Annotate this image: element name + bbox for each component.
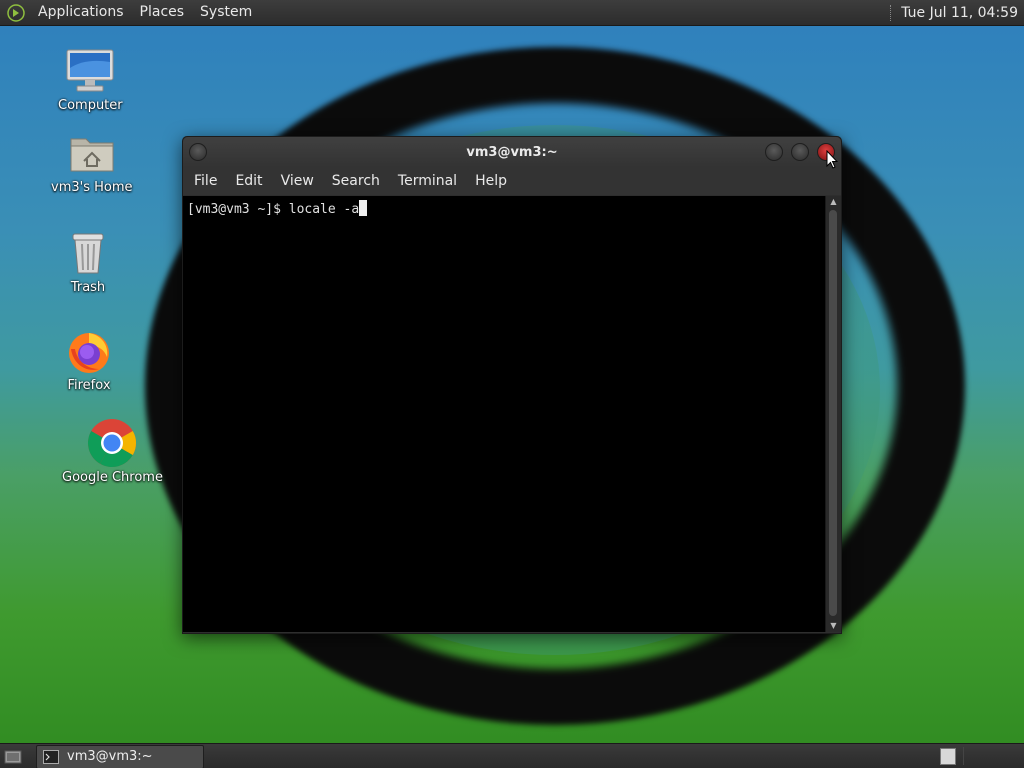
desktop-icon-label: Trash xyxy=(70,280,106,295)
workspace-switcher[interactable] xyxy=(940,748,956,765)
terminal-scrollbar[interactable]: ▲ ▼ xyxy=(825,196,841,632)
scroll-down-icon[interactable]: ▼ xyxy=(826,620,841,632)
clock[interactable]: Tue Jul 11, 04:59 xyxy=(901,5,1018,21)
desktop-icon-chrome[interactable]: Google Chrome xyxy=(62,418,163,485)
terminal-menubar: File Edit View Search Terminal Help xyxy=(183,167,841,195)
computer-icon xyxy=(65,46,115,96)
menu-terminal[interactable]: Terminal xyxy=(389,167,466,195)
desktop-icon-label: Computer xyxy=(58,98,123,113)
maximize-button[interactable] xyxy=(791,143,809,161)
top-panel: Applications Places System Tue Jul 11, 0… xyxy=(0,0,1024,26)
desktop-icon-trash[interactable]: Trash xyxy=(63,228,113,295)
show-desktop-icon[interactable] xyxy=(2,746,24,768)
taskbar-terminal-button[interactable]: vm3@vm3:~ xyxy=(36,744,204,768)
desktop-icon-home[interactable]: vm3's Home xyxy=(51,128,133,195)
menu-view[interactable]: View xyxy=(272,167,323,195)
terminal-window[interactable]: vm3@vm3:~ File Edit View Search Terminal… xyxy=(182,136,842,634)
applications-menu[interactable]: Applications xyxy=(30,0,132,25)
distro-logo-icon[interactable] xyxy=(6,3,26,23)
firefox-icon xyxy=(64,326,114,376)
window-titlebar[interactable]: vm3@vm3:~ xyxy=(183,137,841,167)
window-menu-button[interactable] xyxy=(189,143,207,161)
menu-search[interactable]: Search xyxy=(323,167,389,195)
minimize-button[interactable] xyxy=(765,143,783,161)
terminal-prompt-line: [vm3@vm3 ~]$ locale -a xyxy=(187,202,360,217)
places-menu[interactable]: Places xyxy=(132,0,193,25)
system-menu[interactable]: System xyxy=(192,0,260,25)
panel-separator xyxy=(890,4,893,21)
menu-file[interactable]: File xyxy=(185,167,226,195)
panel-separator xyxy=(963,747,984,765)
desktop-icon-firefox[interactable]: Firefox xyxy=(64,326,114,393)
desktop-icon-computer[interactable]: Computer xyxy=(58,46,123,113)
chrome-icon xyxy=(87,418,137,468)
text-cursor xyxy=(359,200,368,216)
desktop-icon-label: vm3's Home xyxy=(51,180,133,195)
terminal-icon xyxy=(43,749,59,764)
menu-edit[interactable]: Edit xyxy=(226,167,271,195)
menu-help[interactable]: Help xyxy=(466,167,516,195)
home-folder-icon xyxy=(67,128,117,178)
taskbar-button-label: vm3@vm3:~ xyxy=(67,749,153,764)
terminal-output[interactable]: [vm3@vm3 ~]$ locale -a xyxy=(183,196,826,632)
trash-icon xyxy=(63,228,113,278)
mouse-pointer-icon xyxy=(826,149,839,174)
scroll-thumb[interactable] xyxy=(829,210,837,616)
desktop-icon-label: Firefox xyxy=(67,378,111,393)
scroll-up-icon[interactable]: ▲ xyxy=(826,196,841,208)
window-title: vm3@vm3:~ xyxy=(466,144,558,160)
desktop-icon-label: Google Chrome xyxy=(62,470,163,485)
bottom-panel: vm3@vm3:~ xyxy=(0,743,1024,768)
